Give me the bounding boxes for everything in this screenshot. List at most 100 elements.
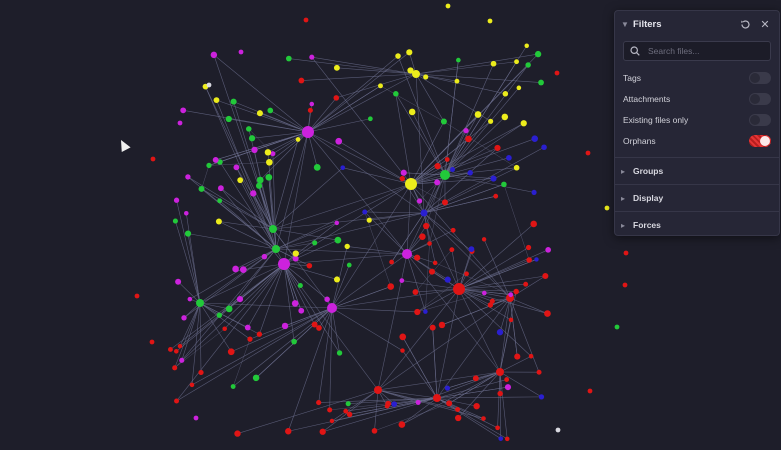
graph-node[interactable]: [399, 333, 407, 341]
graph-orphan-node[interactable]: [193, 415, 199, 421]
graph-node[interactable]: [467, 170, 473, 176]
graph-node[interactable]: [307, 107, 313, 113]
graph-node[interactable]: [168, 346, 173, 352]
graph-node[interactable]: [520, 120, 527, 127]
graph-node[interactable]: [481, 416, 486, 421]
graph-node[interactable]: [329, 418, 335, 424]
graph-node[interactable]: [233, 164, 240, 171]
graph-node[interactable]: [395, 53, 401, 59]
graph-node[interactable]: [230, 384, 236, 389]
graph-node[interactable]: [432, 260, 438, 266]
graph-node[interactable]: [501, 181, 507, 188]
section-display[interactable]: ▸ Display: [615, 184, 779, 211]
graph-node[interactable]: [180, 107, 187, 114]
graph-node[interactable]: [434, 179, 441, 186]
graph-hub-node[interactable]: [272, 245, 280, 253]
graph-node[interactable]: [250, 190, 257, 197]
graph-node[interactable]: [174, 398, 180, 404]
graph-node[interactable]: [327, 407, 333, 413]
graph-node[interactable]: [256, 176, 264, 184]
graph-node[interactable]: [438, 321, 446, 329]
graph-hub-node[interactable]: [302, 126, 314, 138]
tags-toggle[interactable]: [749, 71, 771, 84]
graph-node[interactable]: [398, 421, 406, 428]
graph-node[interactable]: [225, 305, 233, 313]
graph-node[interactable]: [261, 253, 268, 260]
graph-node[interactable]: [528, 353, 534, 359]
graph-node[interactable]: [400, 348, 405, 353]
graph-node[interactable]: [501, 113, 509, 121]
search-input[interactable]: [646, 45, 760, 57]
graph-node[interactable]: [414, 308, 421, 316]
graph-node[interactable]: [487, 302, 494, 308]
graph-node[interactable]: [266, 158, 273, 166]
graph-node[interactable]: [198, 185, 205, 192]
graph-node[interactable]: [217, 198, 223, 204]
graph-node[interactable]: [237, 177, 244, 184]
graph-node[interactable]: [454, 78, 460, 84]
graph-node[interactable]: [545, 246, 551, 253]
graph-node[interactable]: [267, 107, 274, 114]
graph-orphan-node[interactable]: [177, 120, 183, 126]
graph-node[interactable]: [544, 310, 551, 317]
graph-node[interactable]: [185, 174, 191, 180]
graph-node[interactable]: [495, 425, 500, 431]
toggle-row-tags[interactable]: Tags: [615, 67, 779, 88]
graph-node[interactable]: [440, 118, 447, 125]
graph-node[interactable]: [444, 157, 450, 162]
attachments-toggle[interactable]: [749, 92, 771, 105]
graph-node[interactable]: [184, 210, 189, 216]
graph-node[interactable]: [227, 348, 235, 356]
graph-node[interactable]: [217, 185, 224, 192]
graph-node[interactable]: [179, 357, 185, 363]
graph-node[interactable]: [265, 173, 273, 181]
graph-node[interactable]: [225, 115, 232, 123]
graph-node[interactable]: [481, 237, 487, 242]
graph-node[interactable]: [334, 220, 340, 226]
graph-node[interactable]: [464, 271, 469, 277]
orphans-toggle[interactable]: [749, 134, 771, 147]
graph-node[interactable]: [513, 164, 520, 171]
graph-node[interactable]: [514, 59, 519, 65]
graph-orphan-node[interactable]: [585, 150, 591, 156]
section-forces[interactable]: ▸ Forces: [615, 211, 779, 238]
graph-node[interactable]: [295, 137, 301, 142]
graph-node[interactable]: [324, 296, 330, 303]
graph-node[interactable]: [423, 222, 430, 230]
graph-orphan-node[interactable]: [554, 70, 560, 76]
graph-node[interactable]: [285, 55, 292, 62]
graph-node[interactable]: [406, 49, 413, 56]
graph-node[interactable]: [291, 338, 297, 345]
graph-node[interactable]: [391, 401, 398, 407]
graph-node[interactable]: [306, 262, 313, 269]
graph-node[interactable]: [449, 247, 455, 253]
graph-node[interactable]: [367, 116, 373, 122]
graph-node[interactable]: [378, 83, 383, 89]
graph-node[interactable]: [311, 321, 318, 328]
graph-node[interactable]: [309, 54, 315, 60]
graph-orphan-node[interactable]: [555, 427, 561, 433]
graph-node[interactable]: [542, 272, 549, 280]
graph-node[interactable]: [496, 329, 504, 336]
graph-node[interactable]: [400, 169, 407, 176]
graph-orphan-node[interactable]: [206, 82, 212, 88]
graph-orphan-node[interactable]: [238, 49, 244, 55]
graph-node[interactable]: [428, 268, 436, 275]
graph-node[interactable]: [362, 209, 368, 215]
graph-node[interactable]: [541, 144, 547, 151]
graph-node[interactable]: [281, 322, 289, 330]
graph-node[interactable]: [465, 135, 472, 143]
graph-node[interactable]: [516, 85, 522, 91]
graph-node[interactable]: [198, 369, 204, 376]
graph-node[interactable]: [444, 276, 451, 283]
graph-node[interactable]: [319, 428, 326, 435]
toggle-row-orphans[interactable]: Orphans: [615, 130, 779, 151]
graph-node[interactable]: [444, 385, 451, 391]
graph-hub-node[interactable]: [433, 394, 441, 402]
graph-node[interactable]: [531, 135, 539, 142]
graph-node[interactable]: [490, 175, 497, 182]
graph-node[interactable]: [313, 164, 321, 171]
graph-node[interactable]: [412, 289, 419, 295]
graph-node[interactable]: [490, 60, 497, 67]
graph-node[interactable]: [427, 241, 432, 246]
